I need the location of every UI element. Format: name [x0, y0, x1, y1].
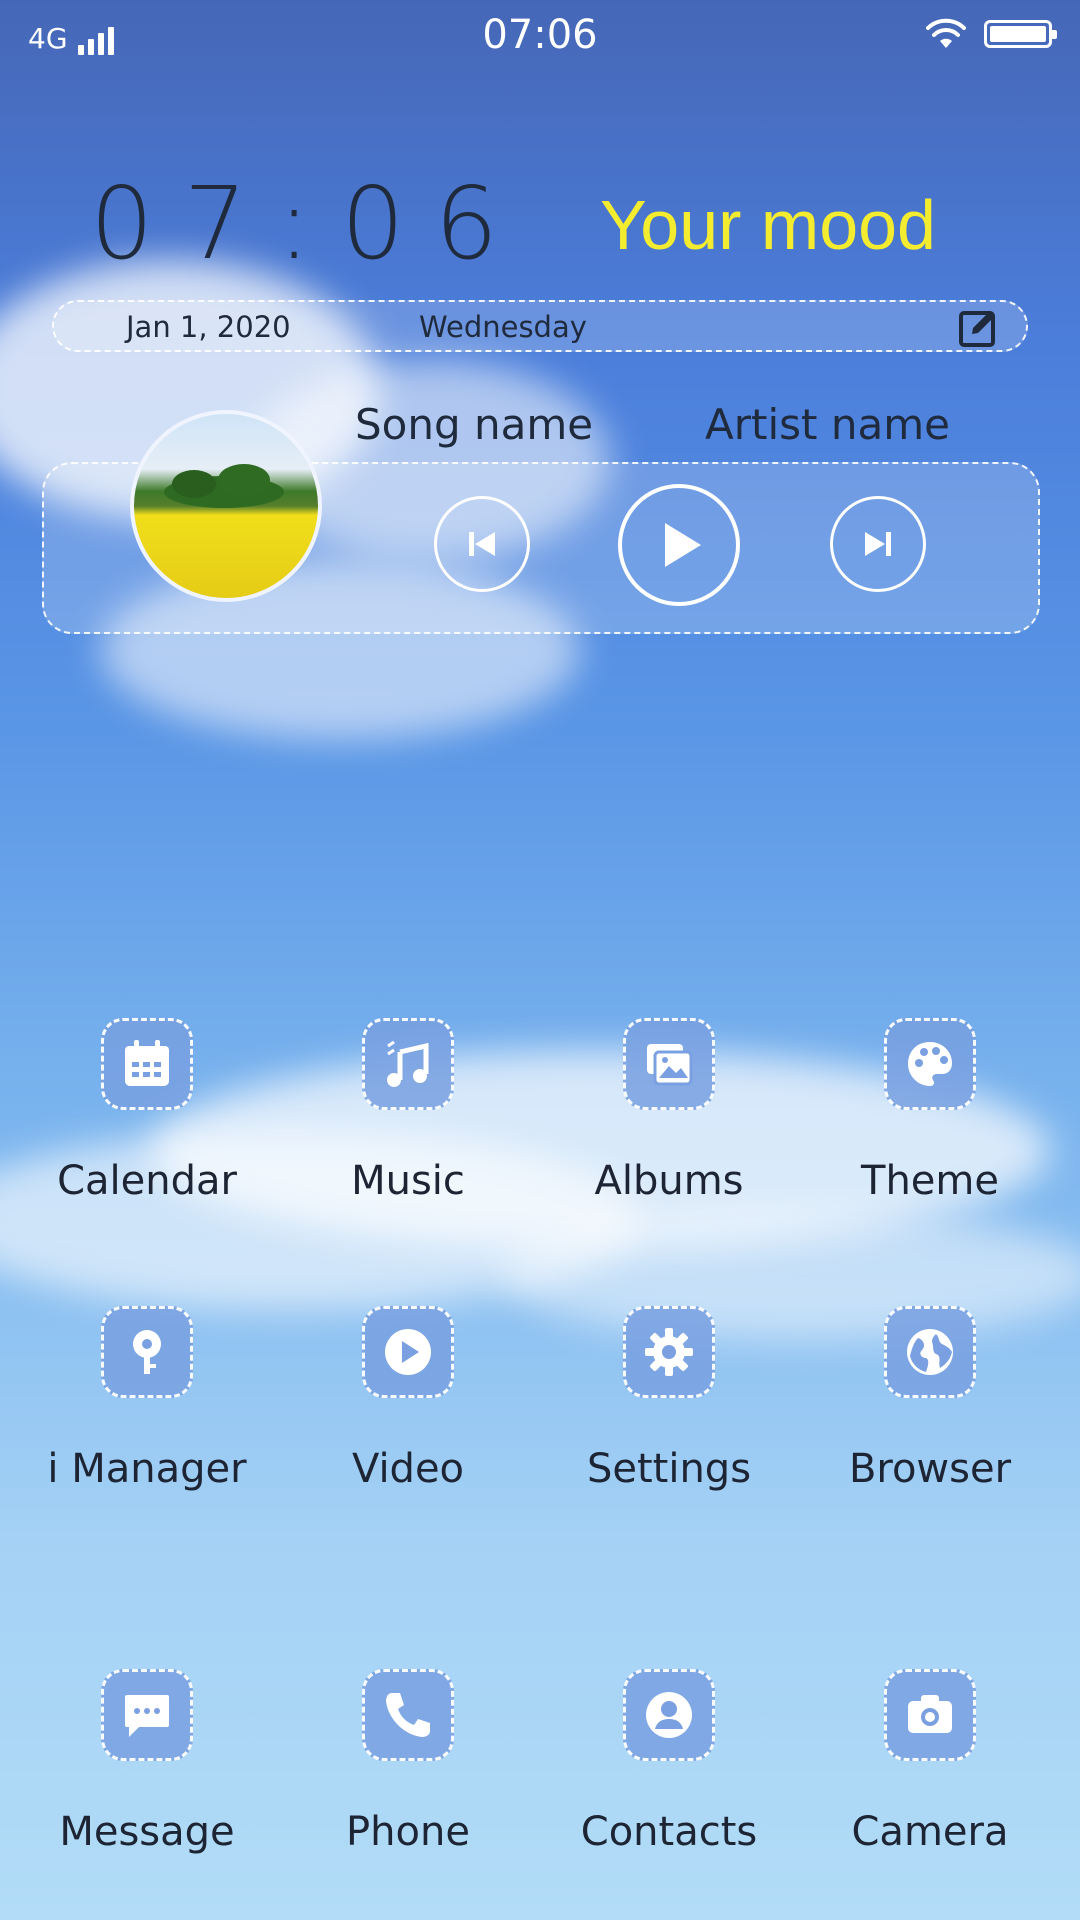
artist-name: Artist name: [705, 400, 950, 449]
app-label: Video: [351, 1446, 465, 1492]
home-screen: 4G 07:06 07:06 Your mood Jan 1, 2020 Wed…: [0, 0, 1080, 1920]
widget-clock: 07:06: [90, 165, 529, 282]
app-label: Phone: [346, 1809, 470, 1855]
wifi-icon: [926, 18, 966, 48]
app-label: Camera: [851, 1809, 1009, 1855]
music-note-icon: [362, 1018, 454, 1110]
app-albums[interactable]: Albums: [569, 1018, 769, 1204]
weekday-text: Wednesday: [419, 310, 587, 344]
date-bar: Jan 1, 2020 Wednesday: [52, 300, 1028, 352]
status-bar: 4G 07:06: [0, 0, 1080, 75]
play-button[interactable]: [618, 484, 740, 606]
app-theme[interactable]: Theme: [830, 1018, 1030, 1204]
next-button[interactable]: [830, 496, 926, 592]
album-icon: [623, 1018, 715, 1110]
battery-icon: [984, 20, 1057, 48]
edit-icon[interactable]: [958, 308, 998, 348]
contact-icon: [623, 1669, 715, 1761]
app-label: Settings: [586, 1446, 752, 1492]
app-label: Message: [59, 1809, 235, 1855]
chat-icon: [101, 1669, 193, 1761]
app-music[interactable]: Music: [308, 1018, 508, 1204]
app-label: Albums: [594, 1158, 744, 1204]
app-video[interactable]: Video: [308, 1306, 508, 1492]
song-name: Song name: [355, 400, 594, 449]
skip-previous-icon: [469, 532, 495, 556]
app-label: Browser: [848, 1446, 1012, 1492]
album-art[interactable]: [130, 410, 322, 602]
app-i-manager[interactable]: i Manager: [47, 1306, 247, 1492]
app-contacts[interactable]: Contacts: [569, 1669, 769, 1855]
palette-icon: [884, 1018, 976, 1110]
calendar-icon: [101, 1018, 193, 1110]
camera-icon: [884, 1669, 976, 1761]
app-message[interactable]: Message: [47, 1669, 247, 1855]
app-browser[interactable]: Browser: [830, 1306, 1030, 1492]
mood-text[interactable]: Your mood: [600, 185, 936, 265]
app-label: Theme: [861, 1158, 999, 1204]
app-label: Calendar: [57, 1158, 237, 1204]
play-icon: [362, 1306, 454, 1398]
previous-button[interactable]: [434, 496, 530, 592]
app-label: Contacts: [580, 1809, 758, 1855]
phone-icon: [362, 1669, 454, 1761]
skip-next-icon: [865, 532, 891, 556]
album-art-image: [164, 464, 284, 508]
manager-icon: [101, 1306, 193, 1398]
status-time: 07:06: [482, 12, 598, 58]
app-label: Music: [351, 1158, 465, 1204]
app-settings[interactable]: Settings: [569, 1306, 769, 1492]
app-calendar[interactable]: Calendar: [47, 1018, 247, 1204]
date-text: Jan 1, 2020: [126, 310, 291, 344]
app-phone[interactable]: Phone: [308, 1669, 508, 1855]
app-label: i Manager: [47, 1446, 247, 1492]
play-icon: [665, 523, 701, 567]
globe-icon: [884, 1306, 976, 1398]
app-camera[interactable]: Camera: [830, 1669, 1030, 1855]
gear-icon: [623, 1306, 715, 1398]
